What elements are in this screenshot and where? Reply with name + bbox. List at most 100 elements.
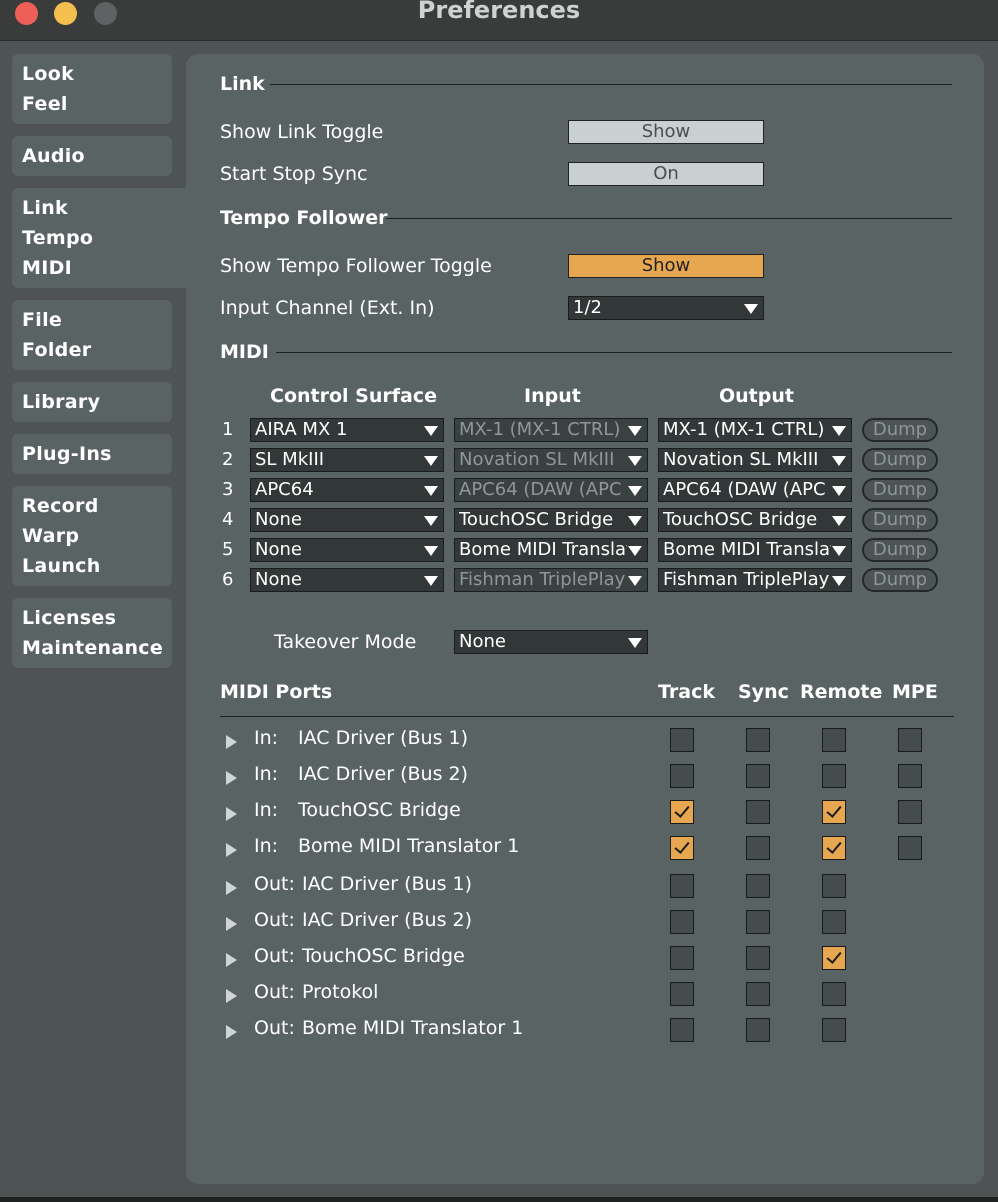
midi-output-dropdown[interactable]: TouchOSC Bridge [658,508,852,532]
control-surface-dropdown[interactable]: APC64 [250,478,444,502]
sync-checkbox[interactable] [746,982,770,1006]
remote-checkbox[interactable] [822,728,846,752]
port-name: IAC Driver (Bus 2) [298,763,469,785]
mpe-checkbox[interactable] [898,836,922,860]
dump-button[interactable]: Dump [862,538,938,562]
mpe-checkbox[interactable] [898,800,922,824]
remote-checkbox[interactable] [822,836,846,860]
surface-value: SL MkIII [255,449,325,470]
remote-checkbox[interactable] [822,910,846,934]
surface-value: None [255,539,302,560]
sync-checkbox[interactable] [746,910,770,934]
control-surface-dropdown[interactable]: None [250,568,444,592]
midi-output-dropdown[interactable]: Novation SL MkIII [658,448,852,472]
mpe-checkbox[interactable] [898,764,922,788]
show-tempo-follower-button[interactable]: Show [568,254,764,278]
dump-button[interactable]: Dump [862,508,938,532]
remote-checkbox[interactable] [822,800,846,824]
control-surface-dropdown[interactable]: None [250,508,444,532]
track-checkbox[interactable] [670,800,694,824]
expand-triangle-icon[interactable] [226,843,237,857]
show-link-toggle-button[interactable]: Show [568,120,764,144]
sync-checkbox[interactable] [746,946,770,970]
track-checkbox[interactable] [670,946,694,970]
chevron-down-icon [628,486,642,496]
sync-checkbox[interactable] [746,764,770,788]
mpe-checkbox[interactable] [898,728,922,752]
sync-checkbox[interactable] [746,728,770,752]
expand-triangle-icon[interactable] [226,735,237,749]
expand-triangle-icon[interactable] [226,953,237,967]
takeover-mode-dropdown[interactable]: None [454,630,648,654]
input-value: Fishman TriplePlay [459,569,626,590]
midi-input-dropdown[interactable]: APC64 (DAW (APC [454,478,648,502]
track-checkbox[interactable] [670,764,694,788]
track-checkbox[interactable] [670,836,694,860]
sync-checkbox[interactable] [746,874,770,898]
expand-triangle-icon[interactable] [226,881,237,895]
midi-input-dropdown[interactable]: MX-1 (MX-1 CTRL) [454,418,648,442]
dump-button[interactable]: Dump [862,418,938,442]
remote-checkbox[interactable] [822,764,846,788]
input-value: Bome MIDI Translator [459,539,627,560]
start-stop-sync-button[interactable]: On [568,162,764,186]
mpe-header: MPE [892,681,938,703]
port-name: IAC Driver (Bus 1) [302,873,473,895]
midi-input-dropdown[interactable]: Novation SL MkIII [454,448,648,472]
dump-button[interactable]: Dump [862,448,938,472]
sync-checkbox[interactable] [746,1018,770,1042]
expand-triangle-icon[interactable] [226,771,237,785]
control-surface-dropdown[interactable]: SL MkIII [250,448,444,472]
track-checkbox[interactable] [670,728,694,752]
expand-triangle-icon[interactable] [226,807,237,821]
midi-output-dropdown[interactable]: Fishman TriplePlay [658,568,852,592]
sidebar-item-lines: Licenses Maintenance [12,598,172,668]
midi-output-dropdown[interactable]: APC64 (DAW (APC [658,478,852,502]
chevron-down-icon [832,486,846,496]
track-checkbox[interactable] [670,874,694,898]
sidebar-item-library[interactable]: Library [12,382,172,422]
port-name: Bome MIDI Translator 1 [302,1017,524,1039]
sidebar-item-label: Tempo [22,227,94,249]
sidebar-item-label: Maintenance [22,637,164,659]
control-surface-dropdown[interactable]: AIRA MX 1 [250,418,444,442]
chevron-down-icon [424,426,438,436]
midi-input-dropdown[interactable]: Bome MIDI Translator [454,538,648,562]
track-checkbox[interactable] [670,982,694,1006]
midi-output-dropdown[interactable]: Bome MIDI Translator [658,538,852,562]
remote-checkbox[interactable] [822,874,846,898]
remote-checkbox[interactable] [822,946,846,970]
sync-checkbox[interactable] [746,836,770,860]
expand-triangle-icon[interactable] [226,989,237,1003]
midi-output-dropdown[interactable]: MX-1 (MX-1 CTRL) [658,418,852,442]
output-value: Novation SL MkIII [663,449,819,470]
control-surface-dropdown[interactable]: None [250,538,444,562]
track-checkbox[interactable] [670,910,694,934]
port-direction: Out: [254,981,295,1003]
expand-triangle-icon[interactable] [226,917,237,931]
midi-input-dropdown[interactable]: Fishman TriplePlay [454,568,648,592]
sidebar-item-file-folder[interactable]: File Folder [12,300,172,370]
chevron-down-icon [744,304,758,314]
sidebar-item-record-warp-launch[interactable]: Record Warp Launch [12,486,172,586]
sync-checkbox[interactable] [746,800,770,824]
chevron-down-icon [832,546,846,556]
sidebar-item-licenses-maintenance[interactable]: Licenses Maintenance [12,598,172,668]
sidebar-item-link-tempo-midi[interactable]: Link Tempo MIDI [12,188,198,288]
remote-checkbox[interactable] [822,982,846,1006]
sidebar-item-audio[interactable]: Audio [12,136,172,176]
sidebar-item-lines: Link Tempo MIDI [12,188,198,288]
dump-button[interactable]: Dump [862,568,938,592]
sidebar-item-label: Record [22,495,99,517]
midi-input-dropdown[interactable]: TouchOSC Bridge [454,508,648,532]
dump-button[interactable]: Dump [862,478,938,502]
remote-checkbox[interactable] [822,1018,846,1042]
sidebar-item-plug-ins[interactable]: Plug-Ins [12,434,172,474]
sidebar-item-lines: Audio [12,136,172,176]
row-number: 3 [222,479,234,500]
midi-section-title: MIDI [220,341,269,363]
sidebar-item-look-feel[interactable]: Look Feel [12,54,172,124]
track-checkbox[interactable] [670,1018,694,1042]
expand-triangle-icon[interactable] [226,1025,237,1039]
input-channel-dropdown[interactable]: 1/2 [568,296,764,320]
